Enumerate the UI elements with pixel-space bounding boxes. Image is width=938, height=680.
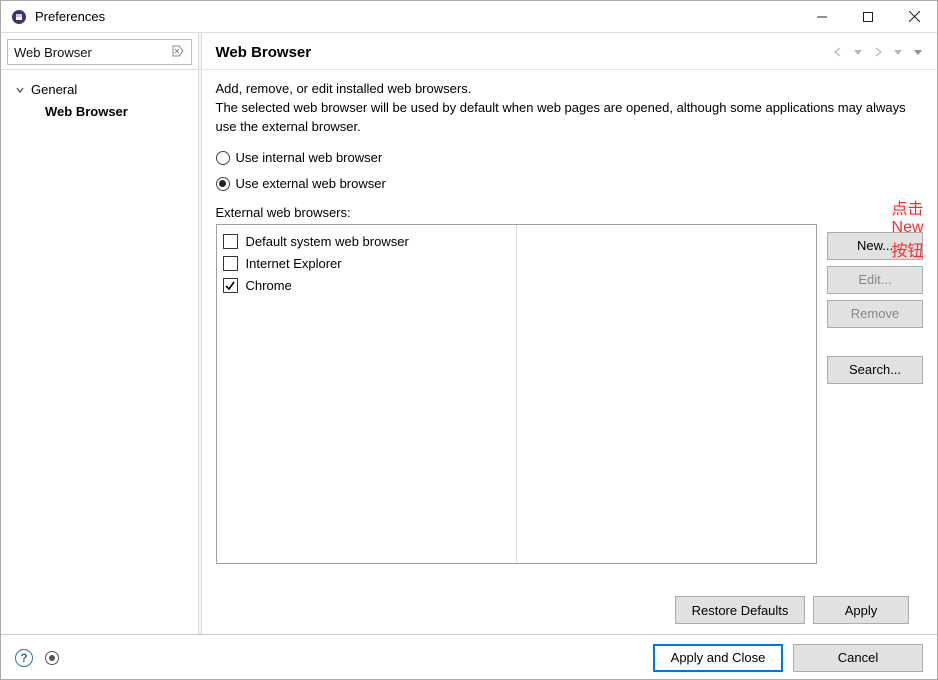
radio-label: Use external web browser [236, 176, 386, 191]
close-button[interactable] [891, 1, 937, 33]
tree-item-web-browser[interactable]: Web Browser [1, 100, 198, 122]
checkbox[interactable] [223, 234, 238, 249]
browser-list-col: Default system web browser Internet Expl… [217, 225, 517, 563]
description: Add, remove, or edit installed web brows… [216, 80, 924, 137]
browser-label: Chrome [246, 278, 292, 293]
browser-row-default[interactable]: Default system web browser [223, 231, 516, 253]
import-export-icon[interactable] [45, 651, 59, 665]
preference-tree: General Web Browser [1, 69, 198, 634]
chevron-down-icon [15, 83, 27, 95]
remove-button[interactable]: Remove [827, 300, 923, 328]
back-menu-icon[interactable] [849, 43, 867, 61]
page-title: Web Browser [216, 44, 828, 61]
radio-label: Use internal web browser [236, 150, 383, 165]
cancel-button[interactable]: Cancel [793, 644, 923, 672]
checkbox[interactable] [223, 256, 238, 271]
browser-list-col2 [517, 225, 817, 563]
radio-icon [216, 177, 230, 191]
left-pane: Web Browser General Web Browser [1, 33, 198, 634]
browser-label: Internet Explorer [246, 256, 342, 271]
page-footer: Restore Defaults Apply [216, 588, 924, 634]
apply-button[interactable]: Apply [813, 596, 909, 624]
help-icon[interactable]: ? [15, 649, 33, 667]
forward-icon[interactable] [869, 43, 887, 61]
bottom-bar: ? Apply and Close Cancel [1, 635, 937, 680]
browser-row-ie[interactable]: Internet Explorer [223, 253, 516, 275]
filter-text: Web Browser [14, 45, 92, 60]
side-buttons: New... Edit... Remove Search... [827, 224, 923, 588]
list-and-buttons: Default system web browser Internet Expl… [216, 224, 924, 588]
radio-icon [216, 151, 230, 165]
search-button[interactable]: Search... [827, 356, 923, 384]
right-pane: Web Browser Add, remove, or edit install… [202, 33, 938, 634]
apply-and-close-button[interactable]: Apply and Close [653, 644, 783, 672]
radio-internal[interactable]: Use internal web browser [216, 147, 924, 169]
desc-line-1: Add, remove, or edit installed web brows… [216, 81, 472, 96]
minimize-button[interactable] [799, 1, 845, 33]
restore-defaults-button[interactable]: Restore Defaults [675, 596, 805, 624]
tree-label: General [31, 82, 77, 97]
desc-line-2: The selected web browser will be used by… [216, 100, 906, 134]
filter-input[interactable]: Web Browser [7, 39, 192, 65]
page-body: Add, remove, or edit installed web brows… [202, 70, 938, 634]
browser-label: Default system web browser [246, 234, 409, 249]
clear-filter-icon[interactable] [171, 44, 185, 61]
edit-button[interactable]: Edit... [827, 266, 923, 294]
tree-item-general[interactable]: General [1, 78, 198, 100]
main-split: Web Browser General Web Browser [1, 33, 937, 635]
page-header: Web Browser [202, 33, 938, 70]
browser-row-chrome[interactable]: Chrome [223, 275, 516, 297]
view-menu-icon[interactable] [909, 43, 927, 61]
forward-menu-icon[interactable] [889, 43, 907, 61]
app-icon [11, 9, 27, 25]
new-button[interactable]: New... [827, 232, 923, 260]
list-label: External web browsers: [216, 205, 924, 220]
browser-list[interactable]: Default system web browser Internet Expl… [216, 224, 818, 564]
titlebar: Preferences [1, 1, 937, 33]
window-title: Preferences [35, 9, 105, 24]
checkbox[interactable] [223, 278, 238, 293]
maximize-button[interactable] [845, 1, 891, 33]
radio-external[interactable]: Use external web browser [216, 173, 924, 195]
tree-label: Web Browser [45, 104, 128, 119]
back-icon[interactable] [829, 43, 847, 61]
